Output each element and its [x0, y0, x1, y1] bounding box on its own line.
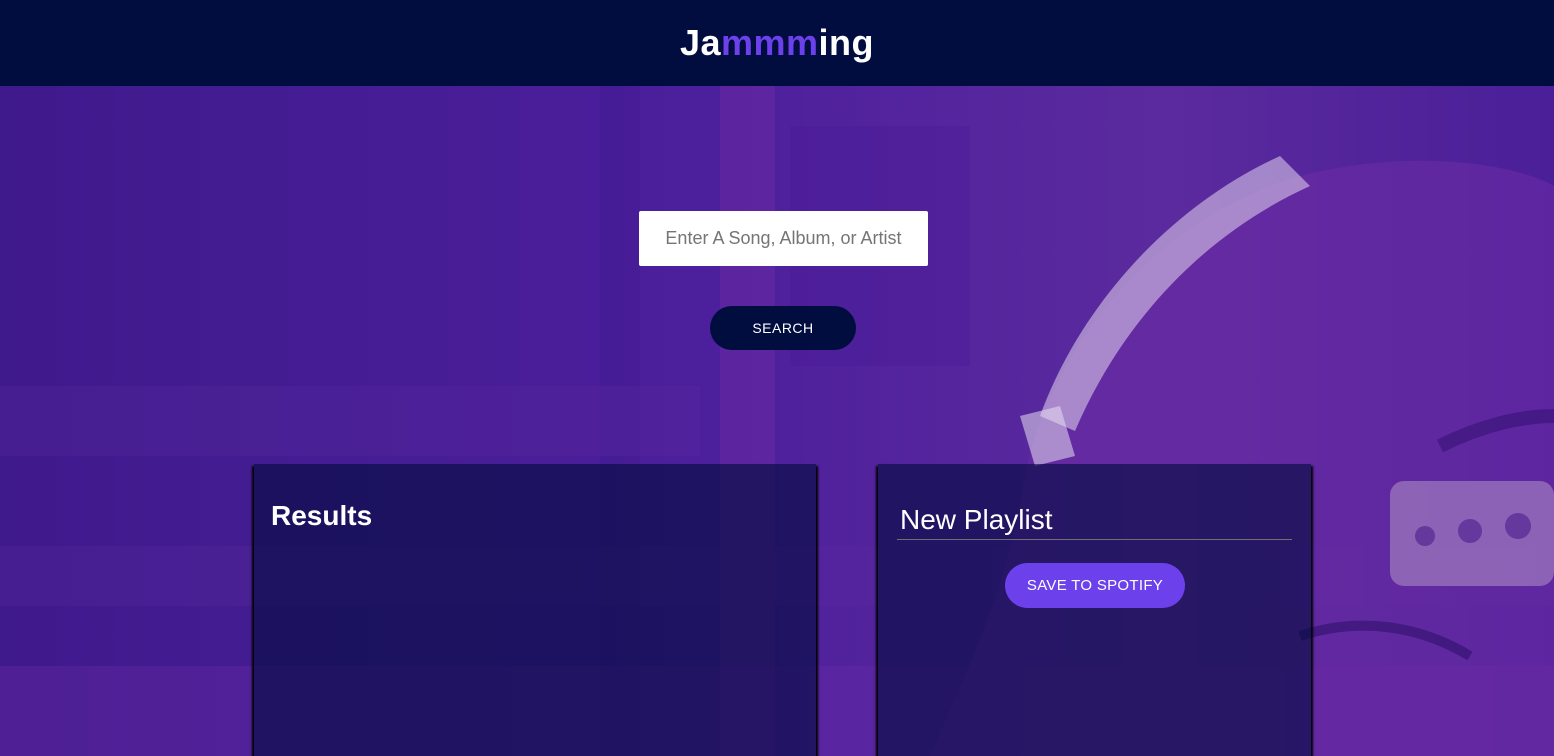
logo-suffix: ing — [818, 22, 875, 63]
app-page: Jammming SEAR — [0, 0, 1554, 756]
search-results-panel: Results — [254, 464, 816, 756]
app-logo: Jammming — [680, 22, 874, 64]
search-button[interactable]: SEARCH — [710, 306, 856, 350]
playlist-name-input[interactable] — [897, 500, 1292, 540]
search-input[interactable] — [639, 211, 928, 266]
playlist-panel: SAVE TO SPOTIFY — [878, 464, 1311, 756]
logo-accent: mmm — [721, 22, 819, 63]
logo-prefix: Ja — [679, 22, 722, 63]
save-to-spotify-button[interactable]: SAVE TO SPOTIFY — [1005, 563, 1185, 608]
app-header: Jammming — [0, 0, 1554, 86]
results-title: Results — [271, 500, 373, 531]
